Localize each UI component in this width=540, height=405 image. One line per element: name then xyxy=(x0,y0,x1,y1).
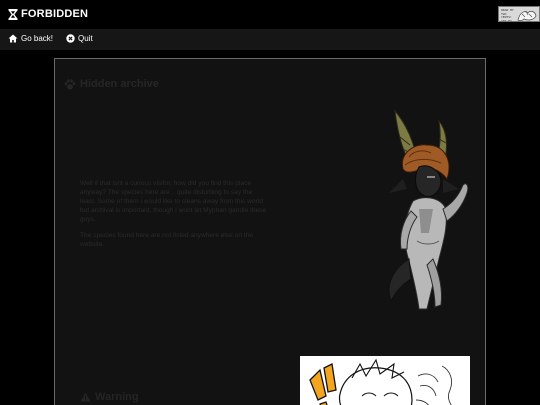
warning-title-text: Warning xyxy=(95,391,139,403)
comic-drawing xyxy=(309,358,453,405)
site-brand[interactable]: FORBIDDEN xyxy=(8,8,88,20)
top-bar: FORBIDDEN DRAW MY TWO CENTS! ART BY MYPH… xyxy=(0,0,540,29)
character-illustration xyxy=(388,109,469,310)
home-icon xyxy=(8,34,18,43)
go-back-label: Go back! xyxy=(21,34,54,43)
warning-comic-image xyxy=(300,356,470,405)
warning-title: Warning xyxy=(80,391,139,403)
site-title: FORBIDDEN xyxy=(21,8,89,20)
corner-badge[interactable]: DRAW MY TWO CENTS! ART BY MYPHAN xyxy=(498,6,540,22)
nav-bar: Go back! Quit xyxy=(0,29,540,50)
quit-link[interactable]: Quit xyxy=(66,34,93,43)
go-back-link[interactable]: Go back! xyxy=(8,34,53,43)
doodle-badge xyxy=(517,10,537,21)
archive-title-text: Hidden archive xyxy=(80,78,159,90)
x-circle-icon xyxy=(66,34,75,43)
archive-intro-text: Well if that isnt a curious visitor, how… xyxy=(80,180,267,223)
archive-note-text: The species found here are not listed an… xyxy=(80,232,254,248)
warning-triangle-icon xyxy=(80,392,91,402)
hourglass-icon xyxy=(8,8,18,20)
archive-title: Hidden archive xyxy=(64,78,159,90)
quit-label: Quit xyxy=(78,34,93,43)
archive-panel: Hidden archive Well if that isnt a curio… xyxy=(54,58,486,405)
paw-icon xyxy=(64,78,76,89)
